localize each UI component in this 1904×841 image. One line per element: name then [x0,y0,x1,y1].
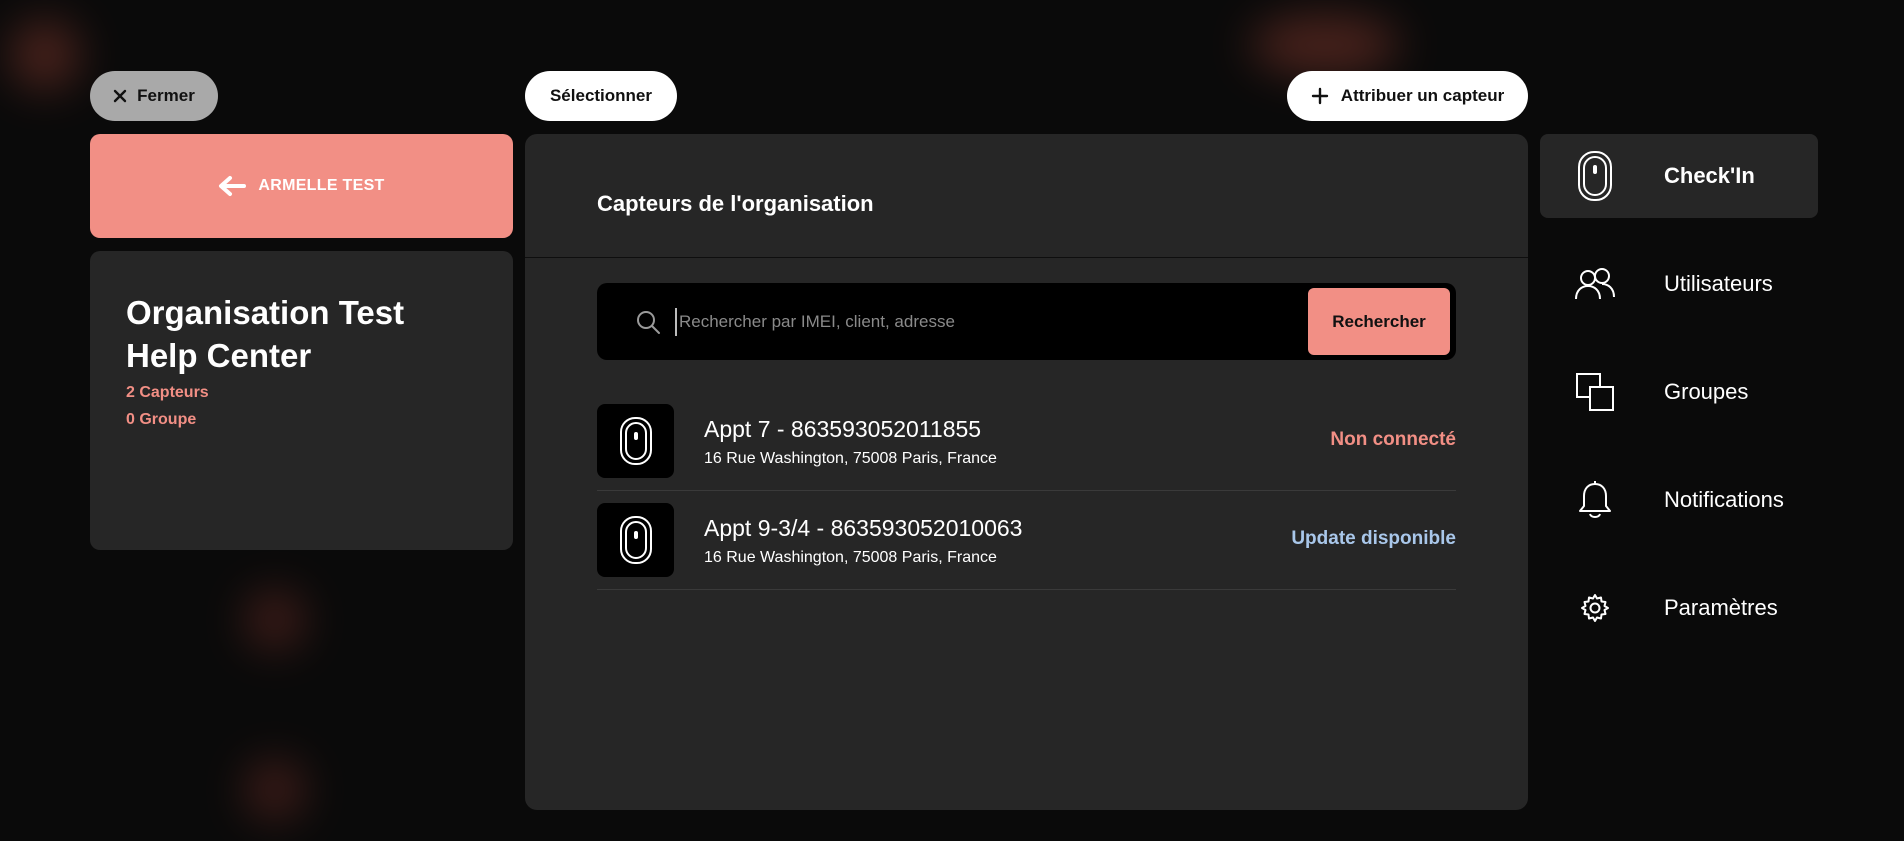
close-button-label: Fermer [137,86,195,105]
organization-stats: 2 Capteurs 0 Groupe [126,379,477,433]
users-icon [1574,263,1616,305]
assign-sensor-label: Attribuer un capteur [1340,86,1505,105]
back-to-client-button[interactable]: ARMELLE TEST [90,134,513,238]
back-label: ARMELLE TEST [258,177,385,194]
nav-item-settings[interactable]: Paramètres [1540,566,1818,650]
sensor-device-icon [619,516,652,564]
nav-item-users[interactable]: Utilisateurs [1540,242,1818,326]
sensor-info: Appt 9-3/4 - 863593052010063 16 Rue Wash… [704,513,1022,567]
sensor-row[interactable]: Appt 9-3/4 - 863593052010063 16 Rue Wash… [597,491,1456,590]
organization-name-line: Organisation Test [126,294,405,331]
sensor-list: Appt 7 - 863593052011855 16 Rue Washingt… [597,392,1456,590]
page: Fermer Sélectionner Attribuer un capteur… [0,0,1904,841]
sensor-name: Appt 9-3/4 - 863593052010063 [704,515,1023,541]
search-icon-wrapper [603,309,675,335]
sensor-device-icon [619,417,652,465]
groups-icon [1574,371,1616,413]
sensors-count: 2 Capteurs [126,384,209,401]
nav-item-label: Utilisateurs [1664,271,1773,296]
organization-name: Organisation Test Help Center [126,291,477,377]
nav-item-groups[interactable]: Groupes [1540,350,1818,434]
background-blur [245,760,305,820]
side-nav: Check'In Utilisateurs Groupes Notificati… [1540,134,1818,674]
select-button[interactable]: Sélectionner [525,71,677,121]
sensor-row[interactable]: Appt 7 - 863593052011855 16 Rue Washingt… [597,392,1456,491]
sensor-info: Appt 7 - 863593052011855 16 Rue Washingt… [704,414,997,468]
nav-item-label: Check'In [1664,163,1755,188]
nav-item-notifications[interactable]: Notifications [1540,458,1818,542]
search-button[interactable]: Rechercher [1308,288,1450,355]
background-blur [245,590,305,650]
arrow-left-icon [219,176,247,196]
organization-name-line: Help Center [126,337,312,374]
sensor-name: Appt 7 - 863593052011855 [704,416,982,442]
sensor-thumbnail [597,503,674,577]
close-icon [113,89,127,103]
groups-count: 0 Groupe [126,411,197,428]
panel-title-text: Capteurs de l'organisation [597,190,874,216]
search-button-label: Rechercher [1332,311,1426,331]
sensors-panel: Capteurs de l'organisation Rechercher pa… [525,134,1528,810]
bell-icon [1574,479,1616,521]
background-blur [10,20,80,90]
organization-card: Organisation Test Help Center 2 Capteurs… [90,251,513,550]
nav-item-checkin[interactable]: Check'In [1540,134,1818,218]
sensor-address: 16 Rue Washington, 75008 Paris, France [704,450,997,467]
panel-title: Capteurs de l'organisation [525,134,1528,258]
search-input[interactable] [675,307,1308,336]
search-bar: Rechercher [597,283,1456,360]
nav-item-label: Paramètres [1664,595,1778,620]
search-icon [637,310,660,334]
sensor-status: Non connecté [1330,429,1456,450]
sensor-address: 16 Rue Washington, 75008 Paris, France [704,549,997,566]
sensor-icon [1574,151,1616,201]
nav-item-label: Groupes [1664,379,1749,404]
assign-sensor-button[interactable]: Attribuer un capteur [1287,71,1528,121]
nav-item-label: Notifications [1664,487,1784,512]
plus-icon [1311,87,1328,105]
sensor-thumbnail [597,404,674,478]
background-blur [1250,15,1400,75]
gear-icon [1574,587,1616,629]
select-button-label: Sélectionner [549,86,653,105]
sensor-status: Update disponible [1291,528,1456,549]
close-button[interactable]: Fermer [90,71,218,121]
